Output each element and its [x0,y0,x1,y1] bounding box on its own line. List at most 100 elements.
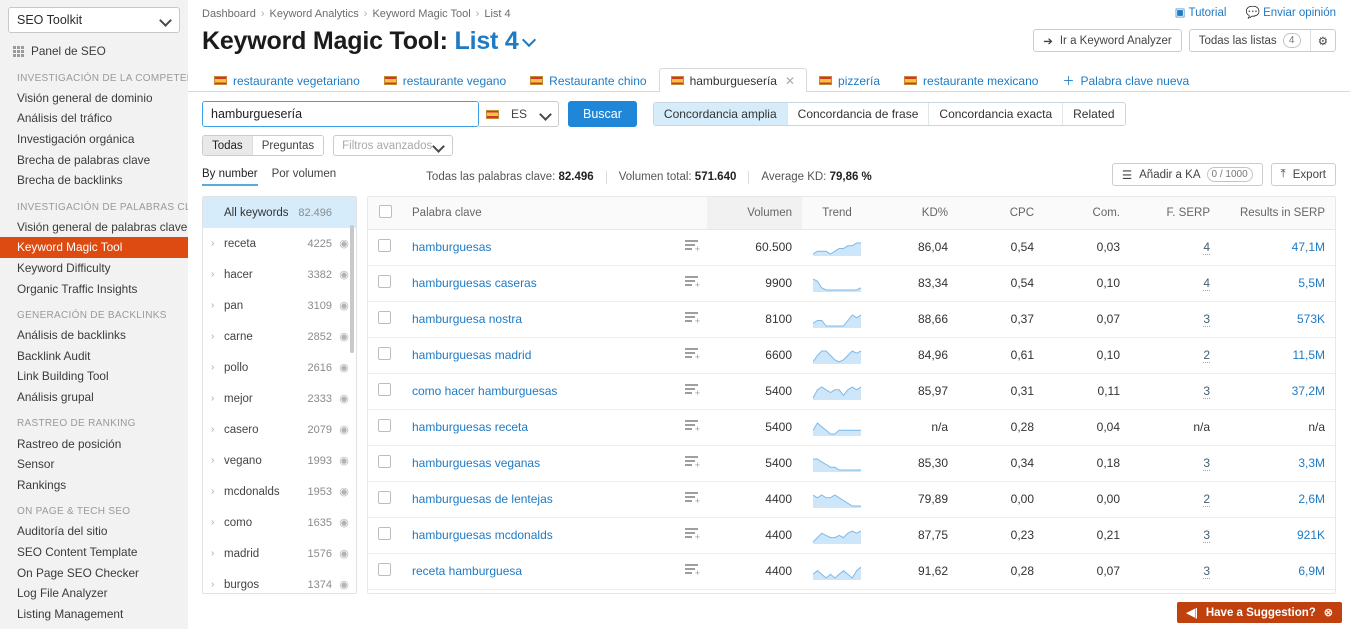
keyword-link[interactable]: hamburguesas de lentejas [412,492,553,506]
sidebar-item-visi-n-general-de-palabras-clave[interactable]: Visión general de palabras clave [0,217,188,238]
keyword-tab-hamburgueser-a[interactable]: hamburguesería ✕ [658,68,808,92]
add-to-list-icon[interactable]: + [685,528,700,542]
view-tab-by-number[interactable]: By number [202,168,258,186]
group-row[interactable]: › burgos 1374 ◉ [203,569,356,593]
add-to-list-icon[interactable]: + [685,384,700,398]
row-checkbox[interactable] [378,347,391,360]
keyword-tab-restaurante-chino[interactable]: Restaurante chino [518,68,658,92]
sidebar-item-an-lisis-grupal[interactable]: Análisis grupal [0,387,188,408]
table-row[interactable]: hamburguesas de lentejas +4400 79,89 0,00 0,… [368,481,1335,518]
group-row[interactable]: › pollo 2616 ◉ [203,352,356,383]
results-cell[interactable]: 37,2M [1220,373,1335,410]
view-tab-por-volumen[interactable]: Por volumen [272,168,337,186]
match-type-concordancia-amplia[interactable]: Concordancia amplia [653,103,787,125]
breadcrumb-item[interactable]: Keyword Analytics [270,8,359,20]
th-volume[interactable]: Volumen [707,197,802,230]
export-button[interactable]: ⤒ Export [1270,163,1336,186]
sidebar-item-visi-n-general-de-dominio[interactable]: Visión general de dominio [0,88,188,109]
table-row[interactable]: hamburguesas veganas +5400 85,30 0,34 0,18 3 3… [368,445,1335,482]
keyword-link[interactable]: hamburguesas receta [412,420,528,434]
add-keyword-tab-button[interactable]: ＋ Palabra clave nueva [1050,68,1201,92]
row-checkbox[interactable] [378,419,391,432]
row-checkbox[interactable] [378,383,391,396]
table-row[interactable]: hamburguesas mcdonalds +4400 87,75 0,23 0,21… [368,517,1335,554]
chevron-right-icon[interactable]: › [211,486,220,497]
eye-icon[interactable]: ◉ [338,547,350,560]
results-cell[interactable]: 921K [1220,517,1335,554]
sidebar-item-link-building-tool[interactable]: Link Building Tool [0,366,188,387]
sidebar-item-brecha-de-palabras-clave[interactable]: Brecha de palabras clave [0,149,188,170]
sidebar-item-rastreo-de-posici-n[interactable]: Rastreo de posición [0,433,188,454]
keyword-tab-restaurante-vegetariano[interactable]: restaurante vegetariano [202,68,372,92]
keyword-tab-restaurante-vegano[interactable]: restaurante vegano [372,68,518,92]
add-to-list-icon[interactable]: + [685,276,700,290]
sidebar-item-dashboard[interactable]: Panel de SEO [0,41,188,62]
chevron-right-icon[interactable]: › [211,424,220,435]
chevron-right-icon[interactable]: › [211,517,220,528]
keyword-link[interactable]: hamburguesas madrid [412,348,531,362]
add-to-list-icon[interactable]: + [685,348,700,362]
add-to-list-icon[interactable]: + [685,240,700,254]
results-cell[interactable]: 11,5M [1220,337,1335,374]
have-a-suggestion-widget[interactable]: ◀| Have a Suggestion? ⊗ [1177,602,1342,623]
chevron-right-icon[interactable]: › [211,393,220,404]
sidebar-item-on-page-seo-checker[interactable]: On Page SEO Checker [0,562,188,583]
search-input[interactable] [203,102,478,126]
add-to-list-icon[interactable]: + [685,456,700,470]
group-row[interactable]: › pan 3109 ◉ [203,290,356,321]
chevron-right-icon[interactable]: › [211,300,220,311]
eye-icon[interactable]: ◉ [338,578,350,591]
table-row[interactable]: hamburguesas +60.500 86,04 0,54 0,03 4 47,1M [368,229,1335,266]
close-icon[interactable]: ✕ [785,74,795,88]
results-cell[interactable]: 47,1M [1220,229,1335,266]
group-row[interactable]: › casero 2079 ◉ [203,414,356,445]
eye-icon[interactable]: ◉ [338,423,350,436]
group-row[interactable]: › receta 4225 ◉ [203,228,356,259]
add-to-list-icon[interactable]: + [685,312,700,326]
eye-icon[interactable]: ◉ [338,392,350,405]
chevron-right-icon[interactable]: › [211,238,220,249]
sidebar-item-sensor[interactable]: Sensor [0,454,188,475]
row-checkbox[interactable] [378,455,391,468]
language-selector[interactable]: ES [479,101,560,127]
add-to-ka-button[interactable]: ☰ Añadir a KA 0 / 1000 [1111,163,1263,186]
table-row[interactable]: hamburguesas madrid +6600 84,96 0,61 0,10 2 11… [368,337,1335,374]
eye-icon[interactable]: ◉ [338,454,350,467]
keyword-tab-restaurante-mexicano[interactable]: restaurante mexicano [892,68,1050,92]
sidebar-item-rankings[interactable]: Rankings [0,475,188,496]
page-title-list[interactable]: List 4 [455,27,519,55]
th-results[interactable]: Results in SERP [1220,197,1335,230]
keyword-tab-pizzer-a[interactable]: pizzería [807,68,892,92]
breadcrumb-item[interactable]: List 4 [484,8,510,20]
sidebar-item-investigaci-n-org-nica[interactable]: Investigación orgánica [0,129,188,150]
results-cell[interactable]: 2,6M [1220,481,1335,518]
fserp-value[interactable]: 4 [1203,240,1210,255]
th-fserp[interactable]: F. SERP [1130,197,1220,230]
match-type-related[interactable]: Related [1062,103,1125,125]
segment-todas[interactable]: Todas [203,136,252,155]
row-checkbox[interactable] [378,563,391,576]
sidebar-item-an-lisis-del-tr-fico[interactable]: Análisis del tráfico [0,108,188,129]
toolkit-selector[interactable]: SEO Toolkit [8,7,180,33]
match-type-concordancia-exacta[interactable]: Concordancia exacta [928,103,1063,125]
keyword-link[interactable]: como hacer hamburguesas [412,384,557,398]
row-checkbox[interactable] [378,491,391,504]
select-all-checkbox[interactable] [378,204,392,218]
fserp-value[interactable]: 3 [1203,564,1210,579]
sidebar-item-auditor-a-del-sitio[interactable]: Auditoría del sitio [0,521,188,542]
eye-icon[interactable]: ◉ [338,268,350,281]
fserp-value[interactable]: 4 [1203,276,1210,291]
group-row[interactable]: › mejor 2333 ◉ [203,383,356,414]
row-checkbox[interactable] [378,239,391,252]
th-cpc[interactable]: CPC [958,197,1044,230]
advanced-filters-dropdown[interactable]: Filtros avanzados [333,135,454,156]
chevron-right-icon[interactable]: › [211,548,220,559]
eye-icon[interactable]: ◉ [338,516,350,529]
th-kd[interactable]: KD% [872,197,958,230]
keyword-link[interactable]: hamburguesas mcdonalds [412,528,553,542]
group-row[interactable]: › mcdonalds 1953 ◉ [203,476,356,507]
fserp-value[interactable]: 2 [1203,348,1210,363]
table-row[interactable]: como hacer hamburguesas +5400 85,97 0,31 0,1… [368,373,1335,410]
segment-preguntas[interactable]: Preguntas [251,136,324,155]
keyword-link[interactable]: hamburguesas caseras [412,276,537,290]
